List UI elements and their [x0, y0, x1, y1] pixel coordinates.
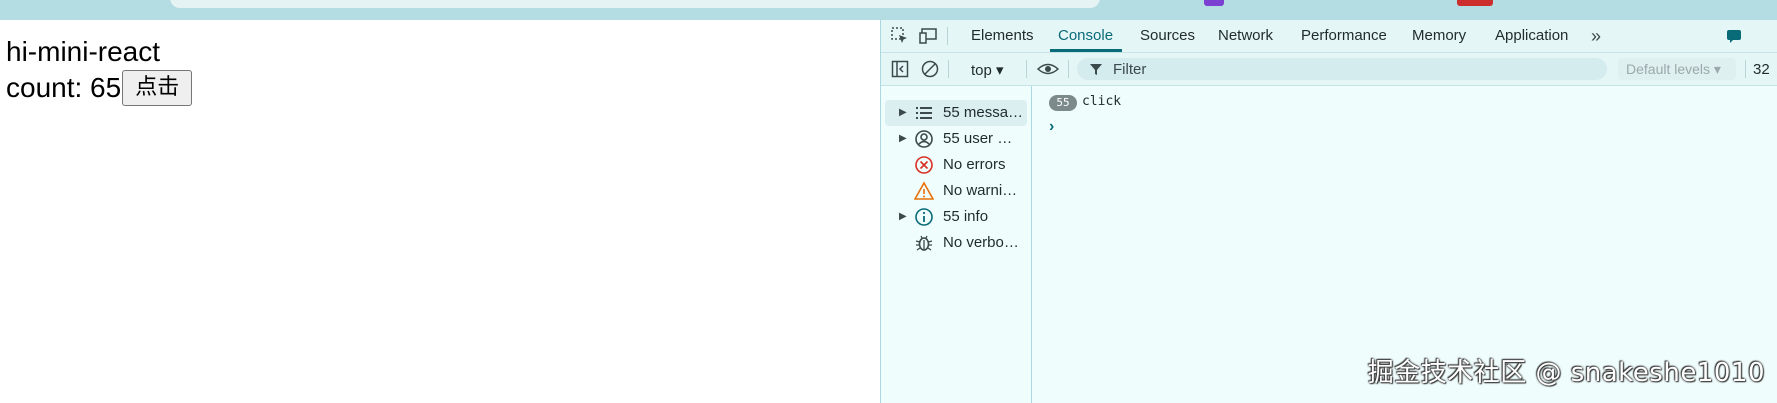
click-button[interactable]: 点击: [122, 70, 193, 106]
clear-console-icon[interactable]: [921, 60, 939, 78]
console-message: click: [1082, 94, 1122, 109]
error-icon: [914, 155, 934, 175]
sidebar-item-info[interactable]: ▶ 55 info: [881, 204, 1031, 230]
expand-arrow-icon[interactable]: ▶: [899, 107, 907, 118]
expand-arrow-icon[interactable]: ▶: [899, 133, 907, 144]
separator: [1026, 60, 1027, 78]
tab-sources[interactable]: Sources: [1140, 27, 1195, 44]
separator: [1068, 60, 1069, 78]
browser-top-strip: [0, 0, 1777, 20]
active-tab-indicator: [1050, 49, 1122, 52]
info-icon: [914, 207, 934, 227]
context-selector[interactable]: top ▾: [971, 61, 1004, 79]
expand-arrow-icon[interactable]: ▶: [899, 211, 907, 222]
tab-console[interactable]: Console: [1058, 27, 1113, 44]
extension-icon[interactable]: [1457, 0, 1493, 6]
eye-icon[interactable]: [1036, 60, 1060, 78]
sidebar-item-errors[interactable]: No errors: [881, 152, 1031, 178]
separator: [947, 27, 948, 45]
more-tabs-icon[interactable]: »: [1591, 26, 1601, 47]
inspect-element-icon[interactable]: [891, 27, 909, 45]
sidebar-item-verbose[interactable]: No verbo…: [881, 230, 1031, 256]
separator: [1745, 60, 1746, 78]
sidebar-item-label: No verbo…: [943, 234, 1019, 251]
user-icon: [914, 129, 934, 149]
address-bar-edge[interactable]: [170, 0, 1100, 8]
console-sidebar: ▶ 55 messa… ▶ 55 user … No errors No war…: [881, 86, 1032, 403]
issues-icon[interactable]: [1726, 28, 1744, 46]
log-levels-label: Default levels ▾: [1626, 61, 1721, 77]
filter-placeholder: Filter: [1113, 61, 1147, 78]
sidebar-item-label: No errors: [943, 156, 1006, 173]
warning-icon: [913, 181, 935, 201]
filter-icon: [1089, 62, 1103, 76]
sidebar-item-user-messages[interactable]: ▶ 55 user …: [881, 126, 1031, 152]
issues-count[interactable]: 32: [1753, 61, 1770, 78]
watermark: 掘金技术社区 @ snakeshe1010: [1367, 358, 1765, 388]
sidebar-item-label: No warni…: [943, 182, 1018, 199]
count-row: count: 65 点击: [6, 70, 193, 106]
devtools-panel: Elements Console Sources Network Perform…: [880, 20, 1777, 403]
sidebar-item-warnings[interactable]: No warni…: [881, 178, 1031, 204]
device-toolbar-icon[interactable]: [919, 27, 937, 45]
separator: [948, 60, 949, 78]
sidebar-item-label: 55 messa…: [943, 104, 1024, 121]
console-prompt[interactable]: ›: [1049, 118, 1054, 136]
tab-network[interactable]: Network: [1218, 27, 1273, 44]
bug-icon: [914, 233, 934, 253]
tab-application[interactable]: Application: [1495, 27, 1568, 44]
console-toolbar: top ▾ Filter Default levels ▾ 32: [881, 53, 1777, 86]
extension-icon[interactable]: [1204, 0, 1224, 6]
tab-performance[interactable]: Performance: [1301, 27, 1387, 44]
devtools-tabbar: Elements Console Sources Network Perform…: [881, 20, 1777, 53]
sidebar-toggle-icon[interactable]: [891, 60, 909, 78]
tab-memory[interactable]: Memory: [1412, 27, 1466, 44]
page-title: hi-mini-react: [6, 36, 161, 67]
sidebar-item-label: 55 user …: [943, 130, 1013, 147]
sidebar-item-messages[interactable]: ▶ 55 messa…: [885, 100, 1027, 126]
sidebar-item-label: 55 info: [943, 208, 989, 225]
tab-elements[interactable]: Elements: [971, 27, 1034, 44]
list-icon: [914, 103, 934, 123]
repeat-count-badge: 55: [1049, 95, 1077, 111]
page-content: hi-mini-react count: 65 点击: [0, 20, 880, 403]
count-label: count: 65: [6, 72, 122, 103]
filter-input[interactable]: Filter: [1077, 58, 1607, 80]
log-levels-dropdown[interactable]: Default levels ▾: [1618, 58, 1736, 80]
